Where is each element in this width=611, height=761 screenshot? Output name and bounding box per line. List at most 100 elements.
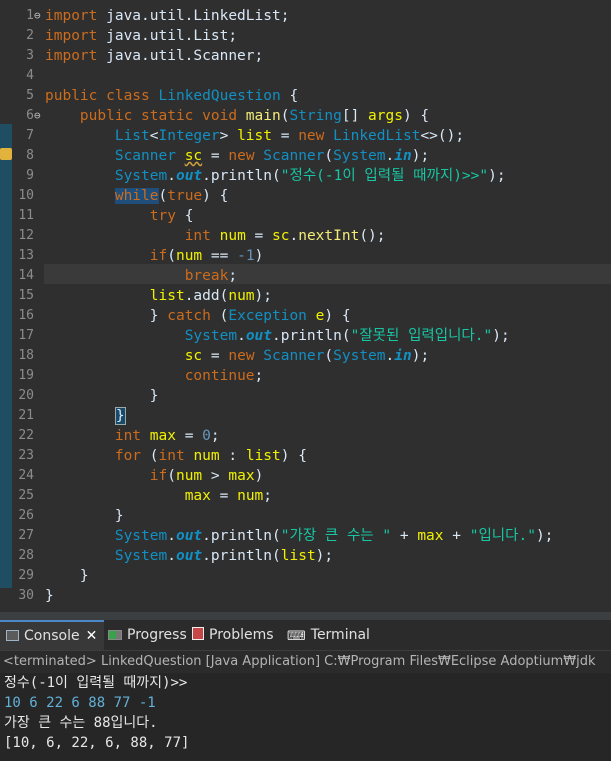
code-token: }	[45, 568, 89, 584]
code-token: import	[45, 28, 107, 44]
code-line[interactable]: int num = sc.nextInt();	[45, 226, 386, 246]
console-list-line: [10, 6, 22, 6, 88, 77]	[4, 735, 190, 751]
code-token: LinkedQuestion	[158, 88, 281, 104]
line-number: 15	[18, 288, 34, 303]
code-token: num	[219, 228, 246, 244]
code-token: new	[298, 128, 334, 144]
code-token: <>();	[420, 128, 465, 144]
code-token: (	[167, 468, 176, 484]
tab-terminal-label: Terminal	[310, 627, 370, 643]
code-line[interactable]: continue;	[45, 366, 264, 386]
code-token: import	[45, 48, 107, 64]
tab-problems[interactable]: Problems	[192, 620, 274, 650]
code-line[interactable]: try {	[45, 206, 194, 226]
code-line[interactable]: }	[45, 506, 124, 526]
code-token: num	[175, 468, 203, 484]
code-token: num	[228, 288, 255, 304]
line-number: 12	[18, 228, 34, 243]
code-line[interactable]: }	[45, 586, 54, 606]
code-token: .println(	[202, 528, 281, 544]
code-line[interactable]: import java.util.List;	[45, 26, 237, 46]
code-line[interactable]: sc = new Scanner(System.in);	[45, 346, 430, 366]
code-token: new	[228, 348, 264, 364]
code-token: list	[245, 448, 281, 464]
code-token: out	[175, 528, 203, 544]
code-line[interactable]: break;	[45, 266, 237, 286]
code-token: if	[149, 468, 168, 484]
code-token: {	[175, 208, 194, 224]
console-prompt-line: 정수(-1이 입력될 때까지)>>	[4, 675, 188, 691]
code-token: list	[280, 548, 316, 564]
tab-console[interactable]: Console ✕	[0, 620, 104, 650]
fold-collapse-icon[interactable]: ⊖	[34, 6, 43, 26]
code-line[interactable]: list.add(num);	[45, 286, 272, 306]
code-token: );	[254, 288, 273, 304]
close-icon[interactable]: ✕	[86, 628, 98, 644]
line-number: 7	[26, 128, 34, 143]
code-line[interactable]: Scanner sc = new Scanner(System.in);	[45, 146, 429, 166]
code-line[interactable]: System.out.println("잘못된 입력입니다.");	[45, 326, 510, 346]
code-token: 0	[202, 428, 211, 444]
panel-splitter[interactable]	[0, 612, 611, 620]
line-number: 10	[18, 188, 34, 203]
code-token: ) {	[280, 448, 307, 464]
code-token: int	[114, 428, 150, 444]
console-result-line: 가장 큰 수는 88입니다.	[4, 715, 158, 731]
code-line[interactable]: while(true) {	[45, 186, 228, 206]
code-token: {	[280, 88, 299, 104]
code-line[interactable]: import java.util.Scanner;	[45, 46, 263, 66]
line-number: 9	[26, 168, 34, 183]
line-number: 21	[18, 408, 34, 423]
code-line[interactable]: } catch (Exception e) {	[45, 306, 351, 326]
warning-icon[interactable]	[0, 148, 12, 160]
code-line[interactable]: }	[45, 406, 126, 426]
fold-collapse-icon[interactable]: ⊖	[34, 106, 43, 126]
code-line[interactable]: System.out.println("가장 큰 수는 " + max + "입…	[45, 526, 554, 546]
code-token: =	[202, 348, 229, 364]
code-token: int	[158, 448, 194, 464]
code-line[interactable]: }	[45, 386, 159, 406]
code-editor[interactable]: 1 ⊖ 2 3 4 5 6 ⊖ 7 8 9 10 11 12 13 14 15 16 17 18 19 20 21 22 23 2…	[0, 0, 611, 612]
code-line[interactable]: List<Integer> list = new LinkedList<>();	[45, 126, 464, 146]
code-line[interactable]: public class LinkedQuestion {	[45, 86, 298, 106]
code-token: }	[45, 508, 124, 524]
console-icon	[6, 630, 19, 641]
tab-progress[interactable]: Progress	[108, 620, 187, 650]
code-line[interactable]: if(num > max)	[45, 466, 264, 486]
code-token: =	[272, 128, 299, 144]
code-token: .	[385, 348, 395, 364]
line-number: 1	[26, 8, 34, 23]
code-token: .println(	[202, 548, 281, 564]
line-number: 24	[18, 468, 34, 483]
code-line[interactable]: for (int num : list) {	[45, 446, 307, 466]
code-token: "가장 큰 수는 "	[280, 528, 392, 544]
tab-terminal[interactable]: ⌨ Terminal	[287, 620, 370, 650]
code-token: }	[114, 407, 126, 425]
code-line[interactable]: }	[45, 566, 89, 586]
code-token: Integer	[158, 128, 220, 144]
code-token: num	[237, 488, 264, 504]
code-token: .add(	[184, 288, 229, 304]
console-input-line: 10 6 22 6 88 77 -1	[4, 695, 156, 711]
line-number: 11	[18, 208, 34, 223]
code-line[interactable]: System.out.println(list);	[45, 546, 333, 566]
console-output[interactable]: 정수(-1이 입력될 때까지)>> 10 6 22 6 88 77 -1 가장 …	[0, 673, 611, 761]
code-token: .	[167, 528, 176, 544]
code-token: "정수(-1이 입력될 때까지)>>"	[280, 168, 489, 184]
code-line[interactable]: int max = 0;	[45, 426, 220, 446]
code-token: nextInt	[298, 228, 360, 244]
code-line[interactable]: max = num;	[45, 486, 272, 506]
code-token: ();	[359, 228, 386, 244]
code-token: int	[184, 228, 220, 244]
line-number: 30	[18, 588, 34, 603]
code-token: (	[158, 188, 168, 204]
code-line[interactable]: import java.util.LinkedList;	[45, 6, 289, 26]
code-line[interactable]: System.out.println("정수(-1이 입력될 때까지)>>");	[45, 166, 506, 186]
code-token: ;	[228, 268, 238, 284]
code-token: ) {	[202, 188, 229, 204]
code-line[interactable]: if(num == -1)	[45, 246, 264, 266]
code-line[interactable]: public static void main(String[] args) {	[45, 106, 429, 126]
